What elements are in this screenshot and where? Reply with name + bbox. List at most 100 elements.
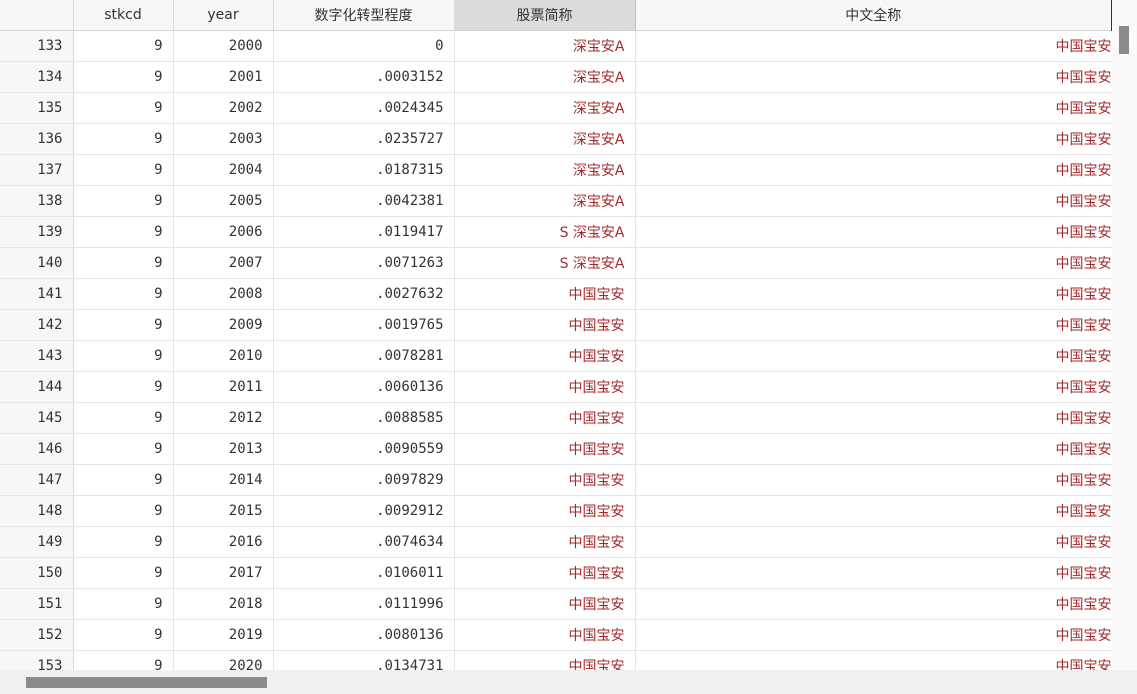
cell-stock-abbr[interactable]: 中国宝安 <box>454 650 636 670</box>
cell-digital-transformation[interactable]: .0092912 <box>273 495 455 527</box>
cell-digital-transformation[interactable]: .0074634 <box>273 526 455 558</box>
cell-digital-transformation[interactable]: .0042381 <box>273 185 455 217</box>
cell-stock-abbr[interactable]: 中国宝安 <box>454 278 636 310</box>
cell-stock-abbr[interactable]: 深宝安A <box>454 123 636 155</box>
cell-full-name[interactable]: 中国宝安 <box>635 433 1112 465</box>
cell-digital-transformation[interactable]: .0097829 <box>273 464 455 496</box>
table-row[interactable]: 145 9 2012.0088585 中国宝安 中国宝安 <box>0 402 1112 434</box>
cell-stock-abbr[interactable]: 中国宝安 <box>454 557 636 589</box>
cell-year[interactable]: 2011 <box>173 371 274 403</box>
cell-full-name[interactable]: 中国宝安 <box>635 216 1112 248</box>
cell-stock-abbr[interactable]: 中国宝安 <box>454 309 636 341</box>
row-number[interactable]: 138 <box>0 185 74 217</box>
cell-stkcd[interactable]: 9 <box>73 185 174 217</box>
table-row[interactable]: 146 9 2013.0090559 中国宝安 中国宝安 <box>0 433 1112 465</box>
cell-year[interactable]: 2019 <box>173 619 274 651</box>
column-header-digital-transformation[interactable]: 数字化转型程度 <box>273 0 455 31</box>
table-row[interactable]: 143 9 2010.0078281 中国宝安 中国宝安 <box>0 340 1112 372</box>
cell-stock-abbr[interactable]: 中国宝安 <box>454 402 636 434</box>
table-row[interactable]: 139 9 2006.0119417 S 深宝安A 中国宝安 <box>0 216 1112 248</box>
cell-stkcd[interactable]: 9 <box>73 619 174 651</box>
table-row[interactable]: 140 9 2007.0071263 S 深宝安A 中国宝安 <box>0 247 1112 279</box>
table-row[interactable]: 137 9 2004.0187315 深宝安A 中国宝安 <box>0 154 1112 186</box>
cell-stock-abbr[interactable]: 中国宝安 <box>454 371 636 403</box>
cell-full-name[interactable]: 中国宝安 <box>635 557 1112 589</box>
cell-digital-transformation[interactable]: .0235727 <box>273 123 455 155</box>
row-number[interactable]: 142 <box>0 309 74 341</box>
cell-digital-transformation[interactable]: .0027632 <box>273 278 455 310</box>
cell-year[interactable]: 2003 <box>173 123 274 155</box>
cell-digital-transformation[interactable]: .0003152 <box>273 61 455 93</box>
cell-full-name[interactable]: 中国宝安 <box>635 650 1112 670</box>
table-row[interactable]: 136 9 2003.0235727 深宝安A 中国宝安 <box>0 123 1112 155</box>
row-number[interactable]: 144 <box>0 371 74 403</box>
cell-stock-abbr[interactable]: S 深宝安A <box>454 247 636 279</box>
column-header-full-name[interactable]: 中文全称 <box>635 0 1112 31</box>
cell-stock-abbr[interactable]: 深宝安A <box>454 154 636 186</box>
cell-year[interactable]: 2008 <box>173 278 274 310</box>
cell-digital-transformation[interactable]: .0080136 <box>273 619 455 651</box>
cell-stkcd[interactable]: 9 <box>73 433 174 465</box>
cell-stkcd[interactable]: 9 <box>73 464 174 496</box>
cell-digital-transformation[interactable]: .0071263 <box>273 247 455 279</box>
cell-stkcd[interactable]: 9 <box>73 557 174 589</box>
cell-stock-abbr[interactable]: 深宝安A <box>454 92 636 124</box>
row-number-header[interactable] <box>0 0 74 31</box>
cell-full-name[interactable]: 中国宝安 <box>635 247 1112 279</box>
table-row[interactable]: 151 9 2018.0111996 中国宝安 中国宝安 <box>0 588 1112 620</box>
column-header-stkcd[interactable]: stkcd <box>73 0 174 31</box>
cell-full-name[interactable]: 中国宝安 <box>635 278 1112 310</box>
cell-full-name[interactable]: 中国宝安 <box>635 588 1112 620</box>
vertical-scrollbar[interactable] <box>1112 0 1137 670</box>
vertical-scrollbar-thumb[interactable] <box>1119 26 1129 54</box>
table-row[interactable]: 133 9 2000 0 深宝安A 中国宝安 <box>0 30 1112 62</box>
row-number[interactable]: 137 <box>0 154 74 186</box>
cell-year[interactable]: 2017 <box>173 557 274 589</box>
cell-full-name[interactable]: 中国宝安 <box>635 154 1112 186</box>
cell-year[interactable]: 2015 <box>173 495 274 527</box>
table-row[interactable]: 147 9 2014.0097829 中国宝安 中国宝安 <box>0 464 1112 496</box>
table-row[interactable]: 148 9 2015.0092912 中国宝安 中国宝安 <box>0 495 1112 527</box>
cell-stock-abbr[interactable]: 深宝安A <box>454 30 636 62</box>
cell-stkcd[interactable]: 9 <box>73 588 174 620</box>
cell-stock-abbr[interactable]: S 深宝安A <box>454 216 636 248</box>
cell-full-name[interactable]: 中国宝安 <box>635 371 1112 403</box>
cell-digital-transformation[interactable]: .0060136 <box>273 371 455 403</box>
cell-stock-abbr[interactable]: 中国宝安 <box>454 526 636 558</box>
cell-year[interactable]: 2020 <box>173 650 274 670</box>
cell-year[interactable]: 2002 <box>173 92 274 124</box>
cell-stkcd[interactable]: 9 <box>73 650 174 670</box>
row-number[interactable]: 141 <box>0 278 74 310</box>
data-grid[interactable]: stkcd year 数字化转型程度 股票简称 中文全称 133 9 2000 0 深宝… <box>0 0 1112 670</box>
row-number[interactable]: 143 <box>0 340 74 372</box>
cell-year[interactable]: 2013 <box>173 433 274 465</box>
cell-year[interactable]: 2014 <box>173 464 274 496</box>
cell-stock-abbr[interactable]: 中国宝安 <box>454 619 636 651</box>
cell-digital-transformation[interactable]: .0088585 <box>273 402 455 434</box>
row-number[interactable]: 135 <box>0 92 74 124</box>
cell-year[interactable]: 2010 <box>173 340 274 372</box>
cell-year[interactable]: 2007 <box>173 247 274 279</box>
cell-stkcd[interactable]: 9 <box>73 123 174 155</box>
row-number[interactable]: 145 <box>0 402 74 434</box>
cell-digital-transformation[interactable]: .0024345 <box>273 92 455 124</box>
table-row[interactable]: 149 9 2016.0074634 中国宝安 中国宝安 <box>0 526 1112 558</box>
cell-full-name[interactable]: 中国宝安 <box>635 92 1112 124</box>
row-number[interactable]: 148 <box>0 495 74 527</box>
cell-full-name[interactable]: 中国宝安 <box>635 61 1112 93</box>
cell-full-name[interactable]: 中国宝安 <box>635 402 1112 434</box>
cell-year[interactable]: 2004 <box>173 154 274 186</box>
cell-stock-abbr[interactable]: 中国宝安 <box>454 588 636 620</box>
row-number[interactable]: 146 <box>0 433 74 465</box>
cell-stkcd[interactable]: 9 <box>73 371 174 403</box>
cell-digital-transformation[interactable]: .0078281 <box>273 340 455 372</box>
cell-stkcd[interactable]: 9 <box>73 309 174 341</box>
table-row[interactable]: 153 9 2020.0134731 中国宝安 中国宝安 <box>0 650 1112 670</box>
row-number[interactable]: 152 <box>0 619 74 651</box>
cell-stock-abbr[interactable]: 深宝安A <box>454 185 636 217</box>
cell-full-name[interactable]: 中国宝安 <box>635 619 1112 651</box>
row-number[interactable]: 147 <box>0 464 74 496</box>
row-number[interactable]: 140 <box>0 247 74 279</box>
cell-stkcd[interactable]: 9 <box>73 402 174 434</box>
cell-full-name[interactable]: 中国宝安 <box>635 123 1112 155</box>
